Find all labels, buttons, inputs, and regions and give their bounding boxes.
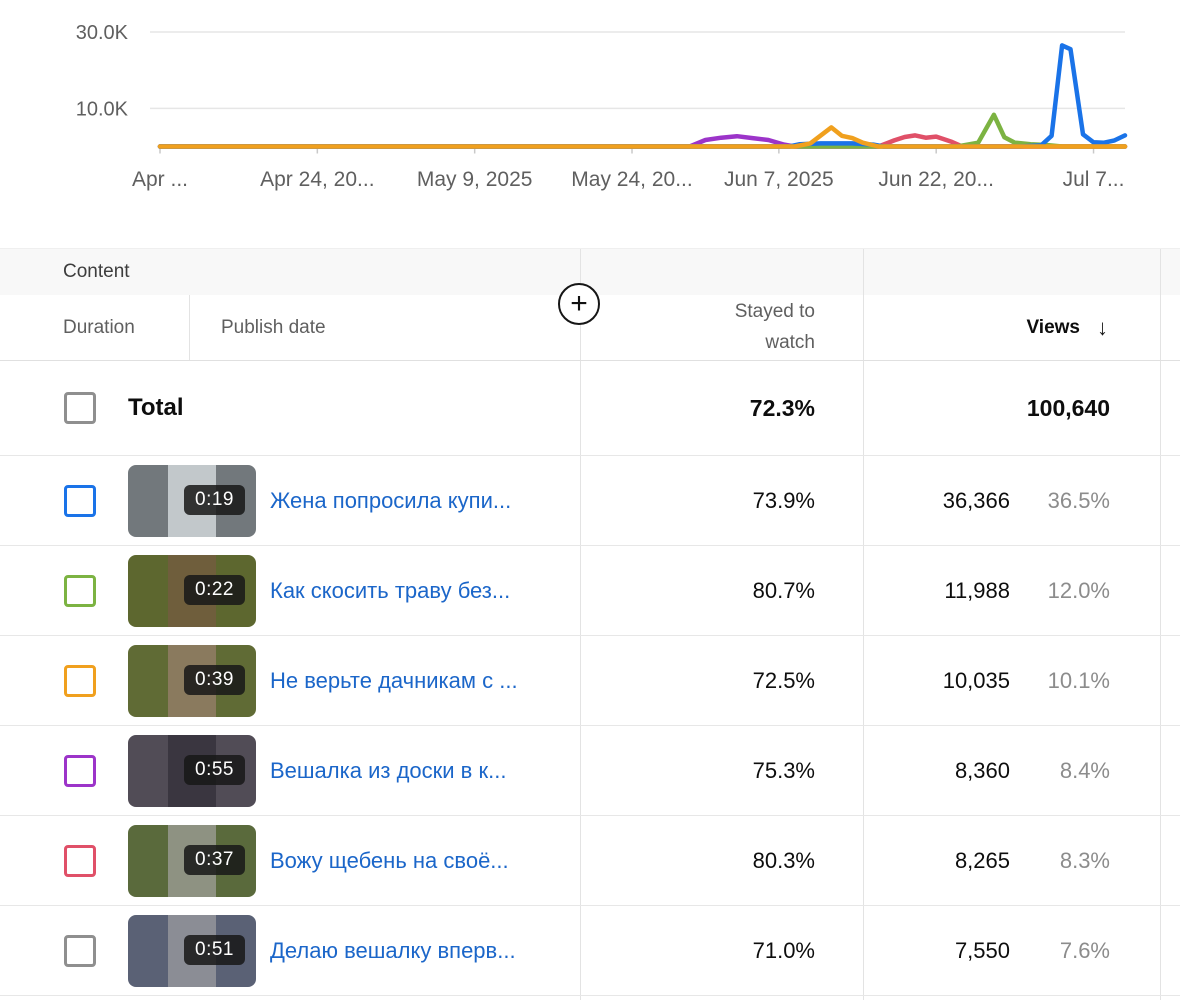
table-row: 0:22 Как скосить траву без... 80.7% 11,9…	[0, 545, 1180, 635]
analytics-page: 10.0K 30.0K Apr ... Apr 24, 20... May 9, 202…	[0, 0, 1180, 1000]
total-stayed-to-watch: 72.3%	[580, 361, 863, 455]
svg-text:10.0K: 10.0K	[76, 98, 129, 120]
column-header-duration[interactable]: Duration	[0, 295, 190, 360]
video-thumbnail[interactable]: 0:51	[128, 914, 256, 987]
views-value: 11,988	[944, 577, 1010, 603]
table-row: 0:51 Делаю вешалку вперв... 71.0% 7,550 …	[0, 905, 1180, 995]
duration-badge: 0:55	[184, 754, 245, 785]
content-table: Content Duration Publish date Stayed to …	[0, 248, 1180, 1000]
svg-text:Apr ...: Apr ...	[132, 168, 188, 191]
row-checkbox[interactable]	[64, 664, 96, 697]
table-row: 0:39 Не верьте дачникам с ... 72.5% 10,0…	[0, 635, 1180, 725]
views-value: 10,035	[942, 667, 1010, 693]
row-checkbox[interactable]	[64, 934, 96, 967]
video-title-link[interactable]: Как скосить траву без...	[270, 578, 510, 604]
sort-descending-icon: ↓	[1097, 314, 1108, 340]
video-title-link[interactable]: Делаю вешалку вперв...	[270, 938, 516, 964]
total-checkbox[interactable]	[64, 392, 96, 424]
column-header-views[interactable]: Views ↓	[863, 295, 1160, 360]
video-title-link[interactable]: Не верьте дачникам с ...	[270, 668, 518, 694]
duration-badge: 0:19	[184, 484, 245, 515]
views-percent-of-total: 36.5%	[1047, 487, 1110, 513]
total-row: Total 72.3% 100,640	[0, 360, 1180, 455]
views-line-chart: 10.0K 30.0K Apr ... Apr 24, 20... May 9, 202…	[0, 0, 1180, 246]
cutoff-row	[0, 995, 1180, 1000]
svg-text:30.0K: 30.0K	[76, 22, 129, 44]
total-label: Total	[128, 394, 184, 421]
chart-canvas: 10.0K 30.0K Apr ... Apr 24, 20... May 9, 202…	[76, 22, 1128, 191]
svg-text:Jul 7...: Jul 7...	[1063, 168, 1125, 191]
svg-text:Jun 7, 2025: Jun 7, 2025	[724, 168, 834, 191]
duration-badge: 0:51	[184, 934, 245, 965]
video-thumbnail[interactable]: 0:55	[128, 734, 256, 807]
video-thumbnail[interactable]: 0:19	[128, 464, 256, 537]
duration-badge: 0:39	[184, 664, 245, 695]
duration-badge: 0:22	[184, 574, 245, 605]
table-row: 0:55 Вешалка из доски в к... 75.3% 8,360…	[0, 725, 1180, 815]
total-views: 100,640	[1026, 394, 1110, 421]
add-column-button[interactable]: +	[558, 283, 600, 325]
row-checkbox[interactable]	[64, 844, 96, 877]
views-value: 8,265	[954, 847, 1010, 873]
views-value: 36,366	[942, 487, 1010, 513]
video-title-link[interactable]: Вожу щебень на своё...	[270, 848, 509, 874]
views-percent-of-total: 7.6%	[1059, 937, 1110, 963]
column-header-stayed-to-watch[interactable]: Stayed to watch	[580, 295, 863, 360]
table-row: 0:37 Вожу щебень на своё... 80.3% 8,265 …	[0, 815, 1180, 905]
svg-text:Apr 24, 20...: Apr 24, 20...	[260, 168, 374, 191]
views-percent-of-total: 12.0%	[1047, 577, 1110, 603]
views-percent-of-total: 10.1%	[1047, 667, 1110, 693]
svg-text:May 9, 2025: May 9, 2025	[417, 168, 533, 191]
row-checkbox[interactable]	[64, 484, 96, 517]
views-percent-of-total: 8.4%	[1059, 757, 1110, 783]
views-value: 7,550	[954, 937, 1010, 963]
row-checkbox[interactable]	[64, 754, 96, 787]
duration-badge: 0:37	[184, 844, 245, 875]
video-thumbnail[interactable]: 0:39	[128, 644, 256, 717]
video-thumbnail[interactable]: 0:37	[128, 824, 256, 897]
stayed-to-watch-value: 73.9%	[580, 456, 863, 545]
views-percent-of-total: 8.3%	[1059, 847, 1110, 873]
views-value: 8,360	[954, 757, 1010, 783]
stayed-to-watch-value: 75.3%	[580, 726, 863, 815]
stayed-to-watch-value: 80.7%	[580, 546, 863, 635]
plus-icon: +	[570, 287, 588, 320]
svg-text:Jun 22, 20...: Jun 22, 20...	[878, 168, 994, 191]
column-header-publish-date[interactable]: Publish date	[190, 295, 580, 360]
svg-text:May 24, 20...: May 24, 20...	[571, 168, 692, 191]
stayed-to-watch-value: 80.3%	[580, 816, 863, 905]
stayed-to-watch-value: 71.0%	[580, 906, 863, 995]
content-group-label: Content	[63, 261, 130, 282]
video-title-link[interactable]: Вешалка из доски в к...	[270, 758, 506, 784]
video-title-link[interactable]: Жена попросила купи...	[270, 488, 511, 514]
table-row: 0:19 Жена попросила купи... 73.9% 36,366…	[0, 455, 1180, 545]
stayed-to-watch-value: 72.5%	[580, 636, 863, 725]
row-checkbox[interactable]	[64, 574, 96, 607]
video-thumbnail[interactable]: 0:22	[128, 554, 256, 627]
